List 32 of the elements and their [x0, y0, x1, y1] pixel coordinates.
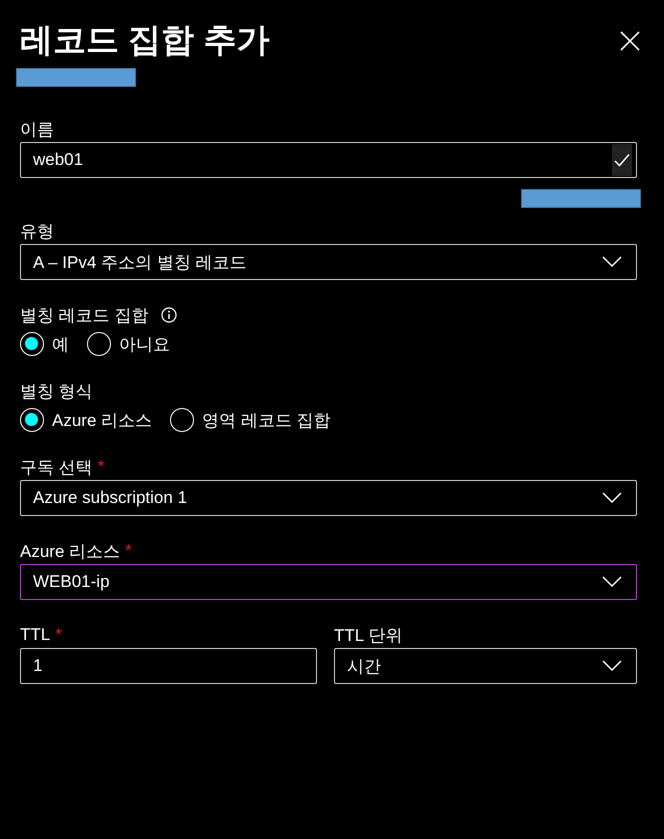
radio-icon[interactable] [87, 332, 111, 356]
radio-icon[interactable] [170, 408, 194, 432]
dropdown[interactable]: Azure subscription 1 [20, 480, 637, 516]
panel-title: 레코드 집합 추가 [20, 20, 270, 60]
dropdown[interactable]: A – IPv4 주소의 별칭 레코드 [20, 244, 637, 280]
field-label: 유형 [20, 220, 54, 242]
radio-option[interactable]: Azure 리소스 [20, 408, 152, 432]
chevron-down-icon [602, 256, 622, 268]
required-mark: * [55, 625, 62, 645]
chevron-down-icon [602, 576, 622, 588]
field-label: Azure 리소스 [20, 540, 120, 562]
field-label: 구독 선택 [20, 456, 93, 478]
radio-icon[interactable] [20, 408, 44, 432]
chevron-down-icon [602, 492, 622, 504]
dropdown[interactable]: 시간 [334, 648, 637, 684]
radio-option[interactable]: 예 [20, 332, 69, 356]
required-mark: * [98, 457, 104, 477]
dropdown[interactable]: WEB01-ip [20, 564, 637, 600]
text-field[interactable]: web01 [20, 142, 637, 178]
radio-option[interactable]: 영역 레코드 집합 [170, 408, 331, 432]
field-label: 별칭 레코드 집합 [20, 304, 148, 326]
text-field[interactable]: 1 [20, 648, 317, 684]
radio-icon[interactable] [20, 332, 44, 356]
radio-option[interactable]: 아니요 [87, 332, 170, 356]
field-label: TTL [20, 625, 50, 645]
required-mark: * [125, 541, 132, 561]
field-label: 이름 [20, 118, 54, 140]
info-icon[interactable] [161, 307, 178, 323]
field-label: 별칭 형식 [20, 380, 93, 402]
field-label: TTL 단위 [334, 624, 402, 646]
chevron-down-icon [602, 660, 622, 672]
close-icon[interactable] [619, 30, 641, 52]
